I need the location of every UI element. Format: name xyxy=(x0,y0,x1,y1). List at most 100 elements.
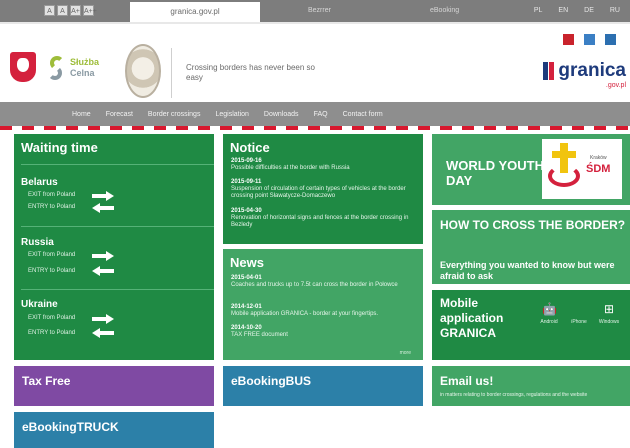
ebooking-truck-tile[interactable]: eBookingTRUCK xyxy=(14,412,214,448)
news-text: TAX FREE document xyxy=(231,332,288,338)
arrow-right-icon xyxy=(92,314,114,324)
iphone-download[interactable]: iPhone xyxy=(565,302,593,325)
arrow-right-icon xyxy=(92,251,114,261)
email-us-subtitle: in matters relating to border crossings,… xyxy=(440,392,588,398)
android-download[interactable]: 🤖 Android xyxy=(535,302,563,325)
exit-label: EXIT from Poland xyxy=(28,252,76,258)
mobile-app-title: Mobile application GRANICA xyxy=(440,296,504,340)
tax-free-title: Tax Free xyxy=(22,374,71,388)
lang-ru[interactable]: RU xyxy=(610,0,620,22)
nav-item-faq[interactable]: FAQ xyxy=(314,111,328,118)
arrow-left-icon xyxy=(92,203,114,213)
exit-label: EXIT from Poland xyxy=(28,192,76,198)
arrow-right-icon xyxy=(92,191,114,201)
divider xyxy=(21,164,214,165)
news-date: 2014-12-01 xyxy=(231,304,262,310)
social-links xyxy=(563,34,616,45)
wyd-logo: Kraków ŚDM xyxy=(542,139,622,199)
country-ukraine[interactable]: Ukraine xyxy=(21,299,58,310)
polish-eagle-icon xyxy=(10,52,36,82)
divider xyxy=(21,289,214,290)
notice-text: Renovation of horizontal signs and fence… xyxy=(231,215,409,228)
notice-title: Notice xyxy=(230,140,270,155)
divider xyxy=(21,226,214,227)
font-size-button[interactable]: A xyxy=(57,5,68,16)
world-youth-day-tile[interactable]: WORLD YOUTH DAY Kraków ŚDM xyxy=(432,134,630,205)
country-belarus[interactable]: Belarus xyxy=(21,177,58,188)
header-tagline: Crossing borders has never been so easy xyxy=(186,63,315,82)
font-size-button[interactable]: A++ xyxy=(83,5,97,16)
notice-date: 2015-04-30 xyxy=(231,208,262,214)
email-us-title: Email us! xyxy=(440,374,494,388)
nav-item-contact-form[interactable]: Contact form xyxy=(343,111,383,118)
waiting-time-tile: Waiting time Belarus EXIT from Poland EN… xyxy=(14,134,214,360)
windows-icon: ⊞ xyxy=(603,302,615,316)
tab-ebooking[interactable]: eBooking xyxy=(430,0,459,22)
tab-bezrrer[interactable]: Bezrrer xyxy=(308,0,331,22)
notice-item[interactable]: 2015-04-30 Renovation of horizontal sign… xyxy=(231,208,421,229)
ebooking-bus-tile[interactable]: eBookingBUS xyxy=(223,366,423,406)
lang-en[interactable]: EN xyxy=(558,0,568,22)
news-item[interactable]: 2015-04-01 Coaches and trucks up to 7.5t… xyxy=(231,275,421,289)
lang-pl[interactable]: PL xyxy=(534,0,543,22)
nav-item-downloads[interactable]: Downloads xyxy=(264,111,299,118)
news-date: 2015-04-01 xyxy=(231,275,262,281)
nav-item-forecast[interactable]: Forecast xyxy=(106,111,133,118)
news-item[interactable]: 2014-10-20 TAX FREE document xyxy=(231,325,421,339)
font-size-button[interactable]: A+ xyxy=(70,5,81,16)
news-more-link[interactable]: more xyxy=(400,350,411,356)
site-header: Służba Celna Crossing borders has never … xyxy=(0,24,630,100)
windows-download[interactable]: ⊞ Windows xyxy=(595,302,623,325)
entry-label: ENTRY to Poland xyxy=(28,268,76,274)
font-size-button[interactable]: A xyxy=(44,5,55,16)
notice-date: 2015-09-11 xyxy=(231,179,262,185)
language-switcher: PL EN DE RU xyxy=(534,0,620,22)
notice-date: 2015-09-16 xyxy=(231,158,262,164)
android-icon: 🤖 xyxy=(542,302,557,316)
arrow-left-icon xyxy=(92,328,114,338)
arrow-left-icon xyxy=(92,266,114,276)
font-size-controls: A A A+ A++ xyxy=(44,5,97,16)
how-to-cross-tile[interactable]: HOW TO CROSS THE BORDER? Everything you … xyxy=(432,210,630,284)
news-date: 2014-10-20 xyxy=(231,325,262,331)
country-russia[interactable]: Russia xyxy=(21,237,54,248)
nav-item-home[interactable]: Home xyxy=(72,111,91,118)
nav-item-legislation[interactable]: Legislation xyxy=(215,111,248,118)
tax-free-tile[interactable]: Tax Free xyxy=(14,366,214,406)
header-divider xyxy=(171,48,172,98)
customs-logo-icon[interactable] xyxy=(46,54,68,82)
nav-stripe xyxy=(0,126,630,130)
main-nav: Home Forecast Border crossings Legislati… xyxy=(0,102,630,130)
tab-granica[interactable]: granica.gov.pl xyxy=(130,2,260,22)
granica-logo[interactable]: granica .gov.pl xyxy=(543,60,626,89)
apple-icon xyxy=(572,302,586,316)
notice-text: Possible difficulties at the border with… xyxy=(231,165,350,171)
notice-item[interactable]: 2015-09-11 Suspension of circulation of … xyxy=(231,179,421,200)
ebooking-truck-title: eBookingTRUCK xyxy=(22,420,119,434)
news-text: Coaches and trucks up to 7.5t can cross … xyxy=(231,282,398,288)
customs-logo-text[interactable]: Służba Celna xyxy=(70,57,99,79)
nav-item-border-crossings[interactable]: Border crossings xyxy=(148,111,201,118)
news-text: Mobile application GRANICA - border at y… xyxy=(231,311,379,317)
mobile-app-tile[interactable]: Mobile application GRANICA 🤖 Android iPh… xyxy=(432,290,630,360)
how-to-cross-subtitle: Everything you wanted to know but were a… xyxy=(440,260,615,281)
entry-label: ENTRY to Poland xyxy=(28,204,76,210)
wyd-title: WORLD YOUTH DAY xyxy=(446,158,544,188)
ebooking-bus-title: eBookingBUS xyxy=(231,374,312,388)
notice-item[interactable]: 2015-09-16 Possible difficulties at the … xyxy=(231,158,421,172)
waiting-time-title: Waiting time xyxy=(21,140,98,155)
facebook-icon[interactable] xyxy=(584,34,595,45)
accessibility-icon[interactable] xyxy=(605,34,616,45)
notice-text: Suspension of circulation of certain typ… xyxy=(231,186,406,199)
youtube-icon[interactable] xyxy=(563,34,574,45)
email-us-tile[interactable]: Email us! in matters relating to border … xyxy=(432,366,630,406)
granica-flag-icon xyxy=(543,62,555,80)
news-item[interactable]: 2014-12-01 Mobile application GRANICA - … xyxy=(231,304,421,318)
notice-tile: Notice 2015-09-16 Possible difficulties … xyxy=(223,134,423,244)
exit-label: EXIT from Poland xyxy=(28,315,76,321)
news-title: News xyxy=(230,255,264,270)
news-tile: News 2015-04-01 Coaches and trucks up to… xyxy=(223,249,423,360)
border-guard-emblem-icon[interactable] xyxy=(125,44,161,98)
how-to-cross-title: HOW TO CROSS THE BORDER? xyxy=(440,218,626,232)
lang-de[interactable]: DE xyxy=(584,0,594,22)
